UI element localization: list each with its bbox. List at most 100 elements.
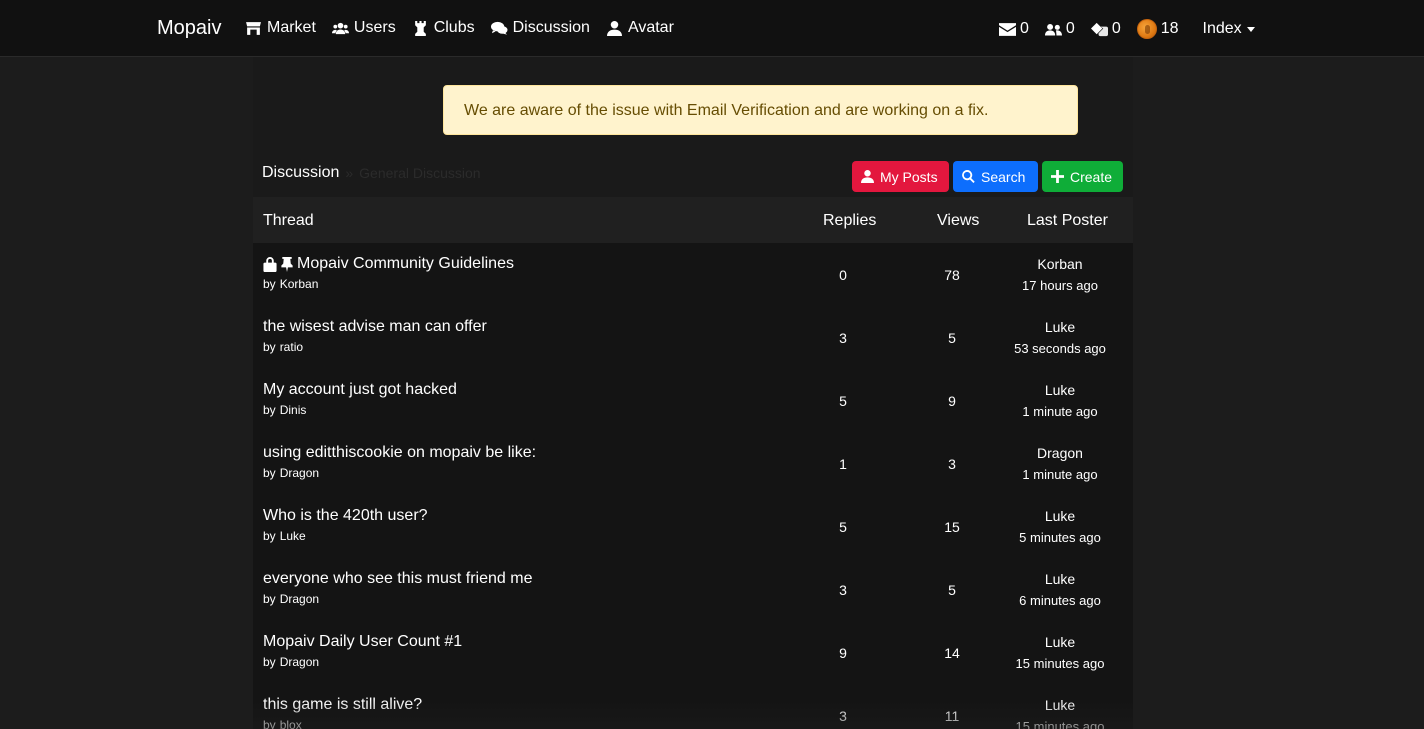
currency-link[interactable]: 18 bbox=[1136, 19, 1179, 39]
table-row[interactable]: this game is still alive? by blox 3 11 Lu… bbox=[253, 684, 1133, 729]
thread-author: by ratio bbox=[263, 340, 303, 354]
header-replies: Replies bbox=[823, 212, 877, 229]
last-poster-name[interactable]: Luke bbox=[995, 382, 1125, 398]
thread-title[interactable]: using editthiscookie on mopaiv be like: bbox=[263, 444, 536, 462]
search-button[interactable]: Search bbox=[953, 161, 1038, 192]
email-verification-alert: We are aware of the issue with Email Ver… bbox=[443, 85, 1078, 135]
search-label: Search bbox=[981, 168, 1026, 185]
friend-requests-link[interactable]: 0 bbox=[1044, 20, 1075, 38]
author-name[interactable]: Dragon bbox=[280, 592, 319, 606]
nav-discussion[interactable]: Discussion bbox=[490, 19, 590, 37]
nav-market[interactable]: Market bbox=[245, 19, 316, 37]
coin-icon bbox=[1136, 19, 1157, 39]
index-dropdown[interactable]: Index bbox=[1203, 20, 1255, 38]
thread-title[interactable]: the wisest advise man can offer bbox=[263, 318, 487, 336]
nav-discussion-label: Discussion bbox=[512, 19, 590, 36]
dice-icon bbox=[1090, 22, 1108, 36]
last-post-time: 5 minutes ago bbox=[1019, 530, 1101, 545]
thread-author: by blox bbox=[263, 718, 302, 729]
author-name[interactable]: blox bbox=[280, 718, 302, 729]
nav-right: 0 0 0 18 Index bbox=[999, 19, 1255, 39]
nav-users[interactable]: Users bbox=[331, 19, 396, 37]
thread-replies: 3 bbox=[839, 330, 847, 346]
thread-author: by Dinis bbox=[263, 403, 306, 417]
nav-users-label: Users bbox=[353, 19, 396, 36]
top-navbar: Mopaiv Market Users Clubs Discussion Ava… bbox=[0, 0, 1424, 57]
nav-avatar-label: Avatar bbox=[627, 19, 674, 36]
author-name[interactable]: Luke bbox=[280, 529, 306, 543]
breadcrumb-separator: » bbox=[345, 165, 354, 181]
breadcrumb-discussion[interactable]: Discussion bbox=[262, 164, 339, 182]
by-prefix: by bbox=[263, 529, 276, 543]
last-poster-name[interactable]: Luke bbox=[995, 319, 1125, 335]
thread-title[interactable]: this game is still alive? bbox=[263, 696, 422, 714]
author-name[interactable]: Dragon bbox=[280, 466, 319, 480]
breadcrumb-general-discussion[interactable]: General Discussion bbox=[359, 165, 480, 181]
thumbtack-icon bbox=[281, 256, 293, 272]
last-poster-name[interactable]: Luke bbox=[995, 697, 1125, 713]
thread-views: 9 bbox=[948, 393, 956, 409]
thread-title-text: everyone who see this must friend me bbox=[263, 570, 533, 587]
table-row[interactable]: My account just got hacked by Dinis 5 9 L… bbox=[253, 369, 1133, 432]
last-poster-name[interactable]: Dragon bbox=[995, 445, 1125, 461]
thread-views: 5 bbox=[948, 330, 956, 346]
table-row[interactable]: the wisest advise man can offer by ratio … bbox=[253, 306, 1133, 369]
chess-rook-icon bbox=[414, 20, 426, 36]
thread-views: 11 bbox=[944, 708, 960, 724]
my-posts-button[interactable]: My Posts bbox=[852, 161, 949, 192]
caret-down-icon bbox=[1246, 26, 1255, 32]
by-prefix: by bbox=[263, 655, 276, 669]
thread-author: by Luke bbox=[263, 529, 306, 543]
thread-title[interactable]: Mopaiv Daily User Count #1 bbox=[263, 633, 462, 651]
thread-title-text: using editthiscookie on mopaiv be like: bbox=[263, 444, 537, 461]
last-poster-name[interactable]: Luke bbox=[995, 508, 1125, 524]
thread-replies: 5 bbox=[839, 519, 847, 535]
table-row[interactable]: using editthiscookie on mopaiv be like: … bbox=[253, 432, 1133, 495]
plus-icon bbox=[1051, 170, 1064, 183]
last-post-time: 15 minutes ago bbox=[1015, 719, 1105, 729]
thread-author: by Dragon bbox=[263, 466, 319, 480]
table-row[interactable]: Mopaiv Daily User Count #1 by Dragon 9 14… bbox=[253, 621, 1133, 684]
create-button[interactable]: Create bbox=[1042, 161, 1123, 192]
author-name[interactable]: Dinis bbox=[280, 403, 307, 417]
thread-title[interactable]: My account just got hacked bbox=[263, 381, 457, 399]
thread-replies: 0 bbox=[839, 267, 847, 283]
breadcrumb: Discussion » General Discussion bbox=[262, 164, 481, 182]
by-prefix: by bbox=[263, 592, 276, 606]
last-poster-name[interactable]: Korban bbox=[995, 256, 1125, 272]
last-poster-name[interactable]: Luke bbox=[995, 634, 1125, 650]
thread-title-text: Mopaiv Community Guidelines bbox=[297, 255, 514, 272]
author-name[interactable]: Korban bbox=[280, 277, 319, 291]
header-thread: Thread bbox=[263, 212, 314, 229]
thread-views: 3 bbox=[948, 456, 956, 472]
table-row[interactable]: Who is the 420th user? by Luke 5 15 Luke … bbox=[253, 495, 1133, 558]
nav-clubs[interactable]: Clubs bbox=[412, 19, 475, 37]
messages-link[interactable]: 0 bbox=[999, 20, 1029, 38]
search-icon bbox=[962, 170, 975, 183]
index-dropdown-label: Index bbox=[1202, 20, 1242, 37]
trades-count: 0 bbox=[1111, 20, 1121, 37]
last-post-time: 6 minutes ago bbox=[1019, 593, 1101, 608]
thread-title[interactable]: Who is the 420th user? bbox=[263, 507, 428, 525]
header-views: Views bbox=[937, 212, 980, 229]
thread-title-text: Mopaiv Daily User Count #1 bbox=[263, 633, 463, 650]
trades-link[interactable]: 0 bbox=[1090, 20, 1121, 38]
thread-author: by Dragon bbox=[263, 655, 319, 669]
by-prefix: by bbox=[263, 403, 276, 417]
brand-logo[interactable]: Mopaiv bbox=[157, 17, 221, 40]
nav-avatar[interactable]: Avatar bbox=[606, 19, 674, 37]
users-icon bbox=[331, 22, 349, 34]
thread-title[interactable]: everyone who see this must friend me bbox=[263, 570, 532, 588]
table-row[interactable]: Mopaiv Community Guidelines by Korban 0 7… bbox=[253, 243, 1133, 306]
last-post-time: 17 hours ago bbox=[1022, 278, 1098, 293]
thread-views: 15 bbox=[944, 519, 960, 535]
last-poster-name[interactable]: Luke bbox=[995, 571, 1125, 587]
by-prefix: by bbox=[263, 466, 276, 480]
table-row[interactable]: everyone who see this must friend me by D… bbox=[253, 558, 1133, 621]
thread-title[interactable]: Mopaiv Community Guidelines bbox=[263, 255, 514, 273]
thread-replies: 3 bbox=[839, 582, 847, 598]
nav-clubs-label: Clubs bbox=[433, 19, 475, 36]
last-post-time: 53 seconds ago bbox=[1014, 341, 1106, 356]
author-name[interactable]: ratio bbox=[280, 340, 303, 354]
author-name[interactable]: Dragon bbox=[280, 655, 319, 669]
